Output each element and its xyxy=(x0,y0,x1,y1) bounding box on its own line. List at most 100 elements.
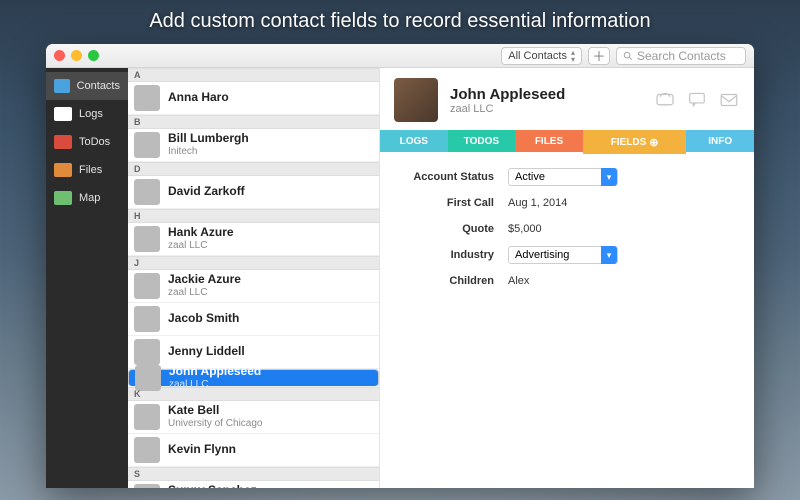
sidebar-item-files[interactable]: Files xyxy=(46,156,128,184)
phone-icon[interactable] xyxy=(654,91,676,109)
sidebar-item-label: Map xyxy=(79,192,100,204)
field-label-quote: Quote xyxy=(398,223,508,235)
marketing-caption: Add custom contact fields to record esse… xyxy=(0,10,800,33)
search-input[interactable]: Search Contacts xyxy=(616,47,746,65)
window-titlebar: All Contacts ▴▾ ＋ Search Contacts xyxy=(46,44,754,68)
contact-row-company: zaal LLC xyxy=(169,379,261,391)
children-value: Alex xyxy=(508,275,529,287)
search-placeholder: Search Contacts xyxy=(637,49,726,63)
contact-row[interactable]: John Appleseedzaal LLC xyxy=(128,369,379,387)
contact-row-company: zaal LLC xyxy=(168,240,234,252)
sidebar-item-contacts[interactable]: Contacts xyxy=(46,72,128,100)
contact-name: John Appleseed xyxy=(450,86,642,103)
search-icon xyxy=(623,51,633,61)
mail-icon[interactable] xyxy=(718,91,740,109)
contact-row[interactable]: Kate BellUniversity of Chicago xyxy=(128,401,379,434)
zoom-icon[interactable] xyxy=(88,50,99,61)
todos-icon xyxy=(54,135,72,149)
contact-detail: John Appleseed zaal LLC xyxy=(380,68,754,488)
plus-icon: ＋ xyxy=(592,46,605,65)
avatar xyxy=(134,179,160,205)
avatar xyxy=(134,273,160,299)
contacts-icon xyxy=(54,79,70,93)
account-status-select[interactable]: Active ▾ xyxy=(508,168,618,186)
contact-row-name: Kate Bell xyxy=(168,404,262,418)
contact-row[interactable]: Anna Haro xyxy=(128,82,379,115)
minimize-icon[interactable] xyxy=(71,50,82,61)
contact-row[interactable]: David Zarkoff xyxy=(128,176,379,209)
avatar xyxy=(134,339,160,365)
chevron-down-icon: ▾ xyxy=(601,246,617,264)
files-icon xyxy=(54,163,72,177)
avatar xyxy=(135,365,161,391)
tab-todos[interactable]: TODOS xyxy=(448,130,516,152)
field-label-first-call: First Call xyxy=(398,197,508,209)
contact-row-name: Sunny Sanchez xyxy=(168,484,257,488)
avatar xyxy=(134,484,160,488)
avatar xyxy=(134,437,160,463)
contact-row-name: David Zarkoff xyxy=(168,185,245,199)
contact-row[interactable]: Sunny SanchezGunners FC xyxy=(128,481,379,488)
sidebar-item-map[interactable]: Map xyxy=(46,184,128,212)
section-header: D xyxy=(128,162,379,176)
contact-row[interactable]: Kevin Flynn xyxy=(128,434,379,467)
contact-row-name: Bill Lumbergh xyxy=(168,132,249,146)
contacts-filter-value: All Contacts xyxy=(508,50,567,62)
avatar xyxy=(134,85,160,111)
contact-row[interactable]: Jackie Azurezaal LLC xyxy=(128,270,379,303)
sidebar-item-label: Contacts xyxy=(77,80,120,92)
logs-icon xyxy=(54,107,72,121)
tab-fields[interactable]: FIELDS ⊕ xyxy=(583,130,687,154)
contact-row-name: Jackie Azure xyxy=(168,273,241,287)
quote-value: $5,000 xyxy=(508,223,542,235)
section-header: A xyxy=(128,68,379,82)
window-controls xyxy=(54,50,99,61)
chevron-updown-icon: ▴▾ xyxy=(571,49,575,63)
contact-row-company: zaal LLC xyxy=(168,287,241,299)
sidebar-item-label: Logs xyxy=(79,108,103,120)
sidebar-item-logs[interactable]: Logs xyxy=(46,100,128,128)
contacts-filter-select[interactable]: All Contacts ▴▾ xyxy=(501,47,582,65)
add-field-icon[interactable]: ⊕ xyxy=(649,136,658,149)
close-icon[interactable] xyxy=(54,50,65,61)
add-contact-button[interactable]: ＋ xyxy=(588,47,610,65)
tab-fields-label: FIELDS xyxy=(611,137,647,148)
avatar xyxy=(134,306,160,332)
first-call-value: Aug 1, 2014 xyxy=(508,197,567,209)
chevron-down-icon: ▾ xyxy=(601,168,617,186)
detail-tabs: LOGS TODOS FILES FIELDS ⊕ INFO xyxy=(380,130,754,152)
contact-row-name: Hank Azure xyxy=(168,226,234,240)
contact-row[interactable]: Hank Azurezaal LLC xyxy=(128,223,379,256)
contact-list[interactable]: AAnna HaroBBill LumberghInitechDDavid Za… xyxy=(128,68,380,488)
avatar xyxy=(134,404,160,430)
industry-value: Advertising xyxy=(515,249,601,261)
contact-row-name: Kevin Flynn xyxy=(168,443,236,457)
contact-row[interactable]: Jacob Smith xyxy=(128,303,379,336)
section-header: B xyxy=(128,115,379,129)
tab-logs[interactable]: LOGS xyxy=(380,130,448,152)
contact-row-name: John Appleseed xyxy=(169,365,261,379)
sidebar-item-todos[interactable]: ToDos xyxy=(46,128,128,156)
section-header: J xyxy=(128,256,379,270)
sidebar-item-label: ToDos xyxy=(79,136,110,148)
avatar xyxy=(394,78,438,122)
contact-row[interactable]: Bill LumberghInitech xyxy=(128,129,379,162)
avatar xyxy=(134,132,160,158)
chat-icon[interactable] xyxy=(686,91,708,109)
contact-row-name: Jenny Liddell xyxy=(168,345,245,359)
industry-select[interactable]: Advertising ▾ xyxy=(508,246,618,264)
contact-row-name: Jacob Smith xyxy=(168,312,239,326)
sidebar-item-label: Files xyxy=(79,164,102,176)
field-label-account-status: Account Status xyxy=(398,171,508,183)
field-label-industry: Industry xyxy=(398,249,508,261)
app-window: All Contacts ▴▾ ＋ Search Contacts Contac… xyxy=(46,44,754,488)
contact-row-company: University of Chicago xyxy=(168,418,262,430)
sidebar: Contacts Logs ToDos Files Map xyxy=(46,68,128,488)
custom-fields: Account Status Active ▾ First Call Aug 1… xyxy=(380,152,754,306)
avatar xyxy=(134,226,160,252)
tab-info[interactable]: INFO xyxy=(686,130,754,152)
tab-files[interactable]: FILES xyxy=(515,130,583,152)
field-label-children: Children xyxy=(398,275,508,287)
contact-row-company: Initech xyxy=(168,146,249,158)
section-header: H xyxy=(128,209,379,223)
